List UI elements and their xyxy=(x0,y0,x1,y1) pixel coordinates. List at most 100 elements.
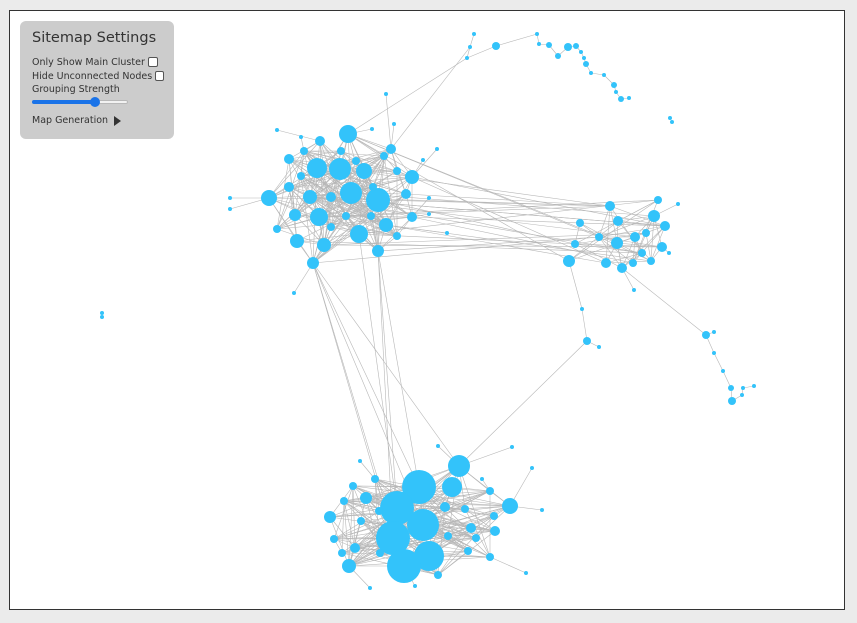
graph-node[interactable] xyxy=(360,492,372,504)
graph-node[interactable] xyxy=(563,255,575,267)
graph-node[interactable] xyxy=(100,315,104,319)
graph-node[interactable] xyxy=(530,466,534,470)
graph-node[interactable] xyxy=(284,154,294,164)
graph-node[interactable] xyxy=(329,158,351,180)
graph-node[interactable] xyxy=(583,61,589,67)
graph-node[interactable] xyxy=(292,291,296,295)
map-generation-toggle[interactable]: Map Generation xyxy=(32,115,164,126)
graph-node[interactable] xyxy=(370,127,374,131)
graph-node[interactable] xyxy=(580,307,584,311)
graph-node[interactable] xyxy=(630,232,640,242)
graph-node[interactable] xyxy=(369,183,377,191)
graph-node[interactable] xyxy=(486,487,494,495)
graph-node[interactable] xyxy=(465,56,469,60)
graph-node[interactable] xyxy=(648,210,660,222)
graph-node[interactable] xyxy=(376,549,384,557)
graph-node[interactable] xyxy=(357,517,365,525)
graph-node[interactable] xyxy=(324,511,336,523)
graph-node[interactable] xyxy=(535,32,539,36)
graph-node[interactable] xyxy=(618,96,624,102)
graph-node[interactable] xyxy=(421,158,425,162)
graph-node[interactable] xyxy=(597,345,601,349)
graph-node[interactable] xyxy=(490,526,500,536)
graph-node[interactable] xyxy=(582,56,586,60)
graph-node[interactable] xyxy=(642,229,650,237)
graph-node[interactable] xyxy=(702,331,710,339)
graph-node[interactable] xyxy=(613,216,623,226)
graph-node[interactable] xyxy=(401,189,411,199)
graph-node[interactable] xyxy=(405,170,419,184)
graph-node[interactable] xyxy=(605,201,615,211)
graph-node[interactable] xyxy=(315,136,325,146)
graph-node[interactable] xyxy=(342,212,350,220)
graph-node[interactable] xyxy=(589,71,593,75)
graph-node[interactable] xyxy=(502,498,518,514)
graph-node[interactable] xyxy=(393,167,401,175)
graph-node[interactable] xyxy=(436,444,440,448)
graph-node[interactable] xyxy=(393,232,401,240)
graph-node[interactable] xyxy=(752,384,756,388)
graph-node[interactable] xyxy=(275,128,279,132)
graph-node[interactable] xyxy=(537,42,541,46)
graph-node[interactable] xyxy=(444,532,452,540)
graph-node[interactable] xyxy=(375,507,383,515)
graph-node[interactable] xyxy=(427,196,431,200)
only-main-cluster-row[interactable]: Only Show Main Cluster xyxy=(32,55,164,69)
play-icon[interactable] xyxy=(114,115,122,126)
graph-node[interactable] xyxy=(657,242,667,252)
graph-node[interactable] xyxy=(342,559,356,573)
graph-node[interactable] xyxy=(472,534,480,542)
graph-node[interactable] xyxy=(712,351,716,355)
graph-node[interactable] xyxy=(740,393,744,397)
graph-node[interactable] xyxy=(300,147,308,155)
graph-node[interactable] xyxy=(564,43,572,51)
graph-node[interactable] xyxy=(368,586,372,590)
hide-unconnected-checkbox[interactable] xyxy=(155,71,164,81)
graph-node[interactable] xyxy=(289,209,301,221)
graph-node[interactable] xyxy=(299,135,303,139)
graph-node[interactable] xyxy=(386,144,396,154)
graph-node[interactable] xyxy=(350,225,368,243)
graph-node[interactable] xyxy=(434,571,442,579)
graph-node[interactable] xyxy=(290,234,304,248)
graph-node[interactable] xyxy=(387,549,421,583)
slider-thumb[interactable] xyxy=(90,97,101,107)
graph-node[interactable] xyxy=(350,543,360,553)
graph-node[interactable] xyxy=(555,53,561,59)
graph-node[interactable] xyxy=(330,535,338,543)
graph-node[interactable] xyxy=(611,237,623,249)
graph-node[interactable] xyxy=(510,445,514,449)
graph-node[interactable] xyxy=(307,257,319,269)
graph-node[interactable] xyxy=(629,259,637,267)
graph-node[interactable] xyxy=(576,219,584,227)
graph-node[interactable] xyxy=(440,502,450,512)
graph-node[interactable] xyxy=(486,553,494,561)
graph-node[interactable] xyxy=(670,120,674,124)
graph-node[interactable] xyxy=(367,212,375,220)
graph-node[interactable] xyxy=(728,397,736,405)
graph-node[interactable] xyxy=(712,330,716,334)
graph-node[interactable] xyxy=(595,233,603,241)
graph-node[interactable] xyxy=(627,96,631,100)
graph-node[interactable] xyxy=(340,497,348,505)
graph-node[interactable] xyxy=(660,221,670,231)
graph-node[interactable] xyxy=(326,192,336,202)
graph-node[interactable] xyxy=(601,258,611,268)
graph-node[interactable] xyxy=(317,238,331,252)
graph-node[interactable] xyxy=(573,43,579,49)
hide-unconnected-row[interactable]: Hide Unconnected Nodes xyxy=(32,69,164,83)
graph-node[interactable] xyxy=(100,311,104,315)
graph-node[interactable] xyxy=(571,240,579,248)
graph-node[interactable] xyxy=(667,251,671,255)
graph-node[interactable] xyxy=(611,82,617,88)
graph-node[interactable] xyxy=(338,549,346,557)
graph-node[interactable] xyxy=(445,231,449,235)
graph-node[interactable] xyxy=(647,257,655,265)
graph-node[interactable] xyxy=(356,163,372,179)
graph-node[interactable] xyxy=(602,73,606,77)
graph-node[interactable] xyxy=(303,190,317,204)
graph-node[interactable] xyxy=(380,152,388,160)
graph-node[interactable] xyxy=(492,42,500,50)
graph-node[interactable] xyxy=(480,477,484,481)
graph-node[interactable] xyxy=(327,223,335,231)
